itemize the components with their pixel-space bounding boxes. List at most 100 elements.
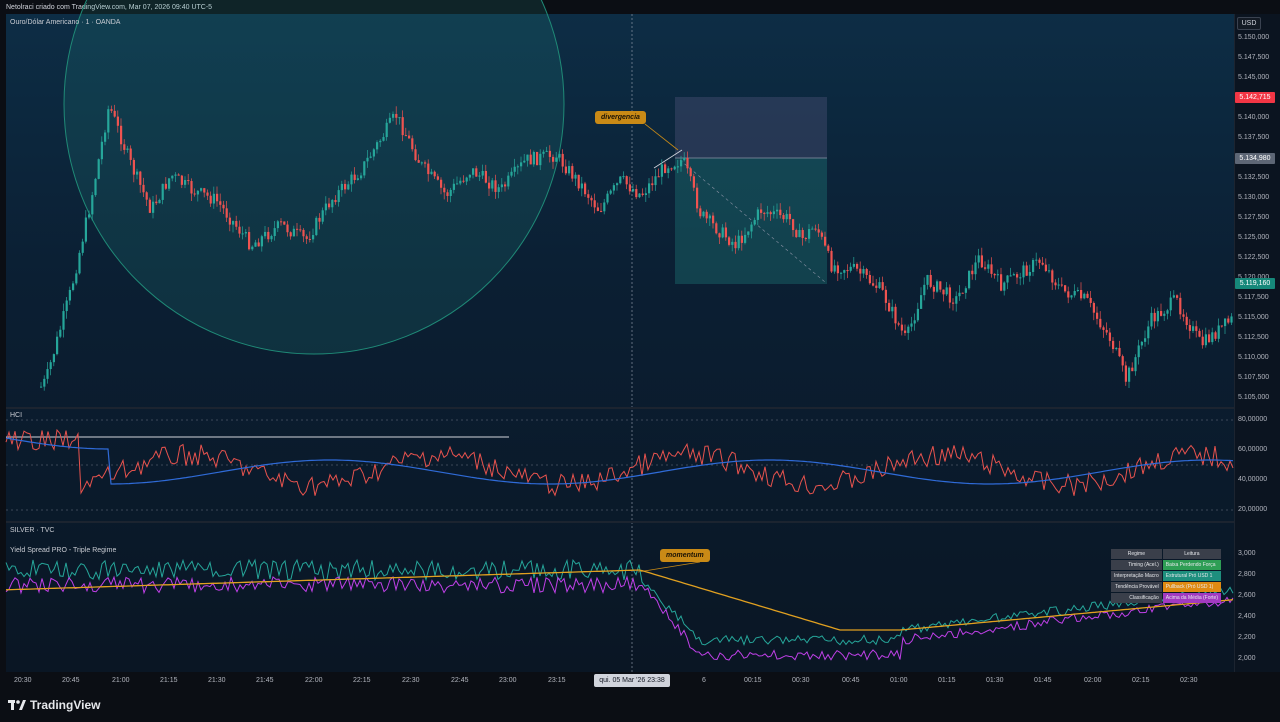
candle-body [1083, 293, 1086, 299]
candle-body [1054, 282, 1057, 286]
candle-body [139, 171, 142, 185]
candle-body [324, 203, 327, 211]
candle-body [318, 217, 321, 222]
candle-body [536, 151, 539, 166]
candle-body [136, 171, 139, 175]
candle-body [270, 236, 273, 240]
price-tick: 5.145,000 [1238, 74, 1270, 81]
candle-body [606, 193, 609, 203]
candle-body [564, 166, 567, 174]
regime-header: Regime [1111, 549, 1162, 559]
silver-title[interactable]: SILVER · TVC [10, 527, 54, 534]
candle-body [561, 153, 564, 167]
candle-body [1153, 312, 1156, 322]
time-tick: 22:30 [402, 677, 420, 684]
candle-body [616, 183, 619, 186]
candle-body [251, 246, 254, 250]
currency-button[interactable]: USD [1237, 17, 1261, 30]
candle-body [1080, 289, 1083, 299]
candle-body [465, 177, 468, 182]
candle-body [932, 286, 935, 292]
candle-body [1000, 274, 1003, 291]
candle-body [292, 228, 295, 237]
candle-body [612, 185, 615, 191]
candle-body [776, 209, 779, 212]
tradingview-logo-icon [8, 700, 26, 710]
candle-body [843, 270, 846, 273]
candle-body [769, 212, 772, 215]
chart-canvas[interactable] [0, 0, 1280, 722]
candle-body [926, 274, 929, 285]
hci-title[interactable]: HCI [10, 412, 22, 419]
candle-body [705, 211, 708, 219]
candle-body [1057, 284, 1060, 286]
candle-body [308, 238, 311, 240]
candle-body [1086, 293, 1089, 298]
candle-body [1076, 289, 1079, 291]
candle-body [868, 274, 871, 284]
candle-body [1131, 367, 1134, 372]
time-tick: 21:15 [160, 677, 178, 684]
candle-body [510, 171, 513, 176]
candle-body [664, 164, 667, 173]
candle-body [219, 201, 222, 205]
candle-body [539, 153, 542, 166]
candle-body [94, 178, 97, 196]
pane-divider-1[interactable] [6, 407, 1280, 409]
candle-body [244, 232, 247, 234]
candle-body [680, 160, 683, 167]
price-tag-green: 5.119,160 [1235, 278, 1275, 289]
candle-body [398, 117, 401, 119]
candle-body [840, 272, 843, 274]
candle-body [1201, 336, 1204, 346]
candle-body [520, 162, 523, 167]
candle-body [440, 179, 443, 188]
candle-body [372, 149, 375, 157]
symbol-title[interactable]: Ouro/Dólar Americano · 1 · OANDA [10, 19, 120, 26]
pane-divider-2[interactable] [6, 521, 1280, 523]
hci-oscillator-line [5, 428, 1234, 497]
candle-body [568, 166, 571, 174]
candle-body [737, 235, 740, 249]
price-tick: 5.117,500 [1238, 294, 1269, 301]
silver-tick: 2,600 [1238, 592, 1256, 599]
candle-body [648, 183, 651, 194]
candle-body [763, 212, 766, 214]
divergence-label[interactable]: divergencia [595, 111, 646, 124]
candle-body [798, 230, 801, 238]
candle-body [488, 182, 491, 189]
time-tick: 02:30 [1180, 677, 1198, 684]
candle-body [904, 330, 907, 333]
silver-orange-line [5, 569, 1234, 631]
candle-body [187, 180, 190, 182]
candle-body [331, 199, 334, 208]
candle-body [600, 210, 603, 212]
hci-tick: 20,00000 [1238, 506, 1268, 513]
silver-tick: 3,000 [1238, 550, 1256, 557]
candle-body [558, 153, 561, 158]
candle-body [59, 329, 62, 337]
candle-body [766, 212, 769, 214]
yield-spread-title[interactable]: Yield Spread PRO - Triple Regime [10, 547, 116, 554]
candle-body [830, 250, 833, 272]
candle-body [1124, 365, 1127, 382]
candle-body [315, 217, 318, 236]
candle-body [321, 210, 324, 222]
candle-body [123, 144, 126, 150]
candle-body [772, 211, 775, 215]
momentum-label[interactable]: momentum [660, 549, 710, 562]
candle-body [795, 230, 798, 238]
tradingview-logo[interactable]: TradingView [8, 698, 100, 712]
candle-body [248, 232, 251, 250]
silver-purple-line [5, 575, 1234, 661]
candle-body [801, 230, 804, 238]
candle-body [872, 283, 875, 286]
candle-body [1172, 295, 1175, 298]
candle-body [974, 262, 977, 275]
price-tick: 5.115,000 [1238, 314, 1269, 321]
candle-body [260, 236, 263, 247]
candle-body [1185, 316, 1188, 326]
candle-body [836, 265, 839, 274]
candle-body [168, 178, 171, 189]
candle-body [849, 266, 852, 271]
